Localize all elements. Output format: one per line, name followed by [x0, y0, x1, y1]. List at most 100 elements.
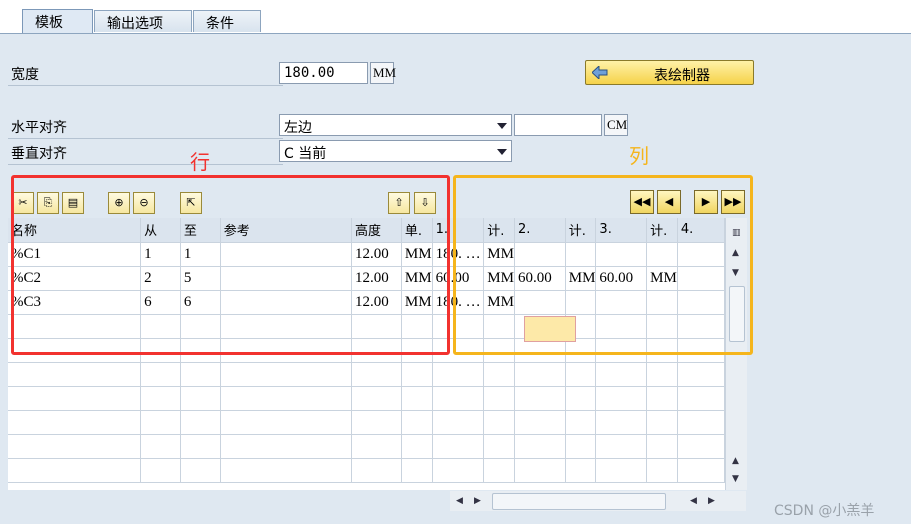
chevron-down-icon[interactable] — [497, 123, 507, 129]
divider — [8, 138, 283, 139]
table-cell[interactable] — [140, 362, 181, 387]
table-cell[interactable] — [432, 434, 485, 459]
table-cell[interactable] — [140, 410, 181, 435]
table-cell[interactable] — [646, 458, 678, 483]
table-cell[interactable] — [401, 410, 433, 435]
tab-output-options[interactable]: 输出选项 — [94, 10, 192, 32]
table-cell[interactable] — [432, 410, 485, 435]
table-cell[interactable] — [565, 410, 597, 435]
table-cell[interactable] — [351, 410, 402, 435]
table-row-empty[interactable] — [8, 410, 725, 435]
table-cell[interactable] — [401, 362, 433, 387]
table-cell[interactable] — [565, 458, 597, 483]
table-cell[interactable] — [483, 410, 515, 435]
scroll-up-icon[interactable]: ▲ — [732, 456, 739, 466]
table-cell[interactable] — [483, 434, 515, 459]
table-cell[interactable] — [565, 434, 597, 459]
table-cell[interactable] — [677, 386, 725, 411]
table-cell[interactable] — [595, 410, 648, 435]
width-unit-field[interactable]: MM — [370, 62, 396, 84]
tab-conditions[interactable]: 条件 — [193, 10, 261, 32]
table-cell[interactable] — [432, 386, 485, 411]
table-row-empty[interactable] — [8, 434, 725, 459]
width-input[interactable]: 180.00 — [279, 62, 368, 84]
table-cell[interactable] — [180, 458, 221, 483]
table-cell[interactable] — [646, 410, 678, 435]
table-cell[interactable] — [677, 434, 725, 459]
table-cell[interactable] — [8, 434, 142, 459]
table-cell[interactable] — [8, 362, 142, 387]
table-cell[interactable] — [483, 362, 515, 387]
table-cell[interactable] — [646, 434, 678, 459]
table-painter-button[interactable]: 表绘制器 — [585, 60, 754, 85]
table-cell[interactable] — [514, 434, 566, 459]
table-cell[interactable] — [514, 362, 566, 387]
valign-label: 垂直对齐 — [11, 146, 67, 162]
scroll-left-icon[interactable]: ◀ — [690, 496, 697, 506]
halign-value: 左边 — [284, 120, 312, 136]
chevron-down-icon[interactable] — [497, 149, 507, 155]
table-cell[interactable] — [180, 434, 221, 459]
halign-label: 水平对齐 — [11, 120, 67, 136]
arrow-left-icon — [592, 66, 608, 79]
halign-select[interactable]: 左边 — [279, 114, 512, 136]
row-annotation-box — [11, 175, 450, 355]
table-cell[interactable] — [351, 386, 402, 411]
table-cell[interactable] — [565, 362, 597, 387]
scroll-thumb[interactable] — [492, 493, 666, 510]
table-cell[interactable] — [8, 386, 142, 411]
scroll-left-icon[interactable]: ◀ — [456, 496, 463, 506]
table-cell[interactable] — [351, 434, 402, 459]
table-cell[interactable] — [8, 458, 142, 483]
table-cell[interactable] — [401, 458, 433, 483]
table-cell[interactable] — [432, 362, 485, 387]
table-cell[interactable] — [514, 410, 566, 435]
table-cell[interactable] — [401, 386, 433, 411]
valign-select[interactable]: C 当前 — [279, 140, 512, 162]
table-cell[interactable] — [595, 386, 648, 411]
table-cell[interactable] — [220, 362, 353, 387]
tab-template[interactable]: 模板 — [22, 9, 93, 34]
table-cell[interactable] — [432, 458, 485, 483]
scroll-right-icon[interactable]: ▶ — [474, 496, 481, 506]
table-row-empty[interactable] — [8, 386, 725, 411]
table-row-empty[interactable] — [8, 362, 725, 387]
table-cell[interactable] — [351, 362, 402, 387]
table-cell[interactable] — [646, 386, 678, 411]
table-cell[interactable] — [140, 458, 181, 483]
table-cell[interactable] — [140, 386, 181, 411]
halign-unit-field[interactable]: CM — [604, 114, 628, 136]
table-cell[interactable] — [514, 386, 566, 411]
table-cell[interactable] — [180, 386, 221, 411]
table-cell[interactable] — [595, 434, 648, 459]
table-cell[interactable] — [677, 362, 725, 387]
table-cell[interactable] — [220, 410, 353, 435]
table-cell[interactable] — [180, 362, 221, 387]
table-cell[interactable] — [140, 434, 181, 459]
tab-strip: 模板 输出选项 条件 — [0, 0, 911, 34]
table-cell[interactable] — [514, 458, 566, 483]
table-row-empty[interactable] — [8, 458, 725, 483]
divider — [8, 164, 283, 165]
table-cell[interactable] — [351, 458, 402, 483]
tab-label: 条件 — [206, 16, 234, 32]
table-cell[interactable] — [595, 458, 648, 483]
scroll-right-icon[interactable]: ▶ — [708, 496, 715, 506]
table-cell[interactable] — [595, 362, 648, 387]
table-cell[interactable] — [565, 386, 597, 411]
table-cell[interactable] — [401, 434, 433, 459]
table-cell[interactable] — [483, 386, 515, 411]
table-cell[interactable] — [483, 458, 515, 483]
halign-offset-input[interactable] — [514, 114, 602, 136]
horizontal-scrollbar[interactable]: ◀ ▶ ◀ ▶ — [450, 491, 746, 511]
table-cell[interactable] — [180, 410, 221, 435]
table-cell[interactable] — [220, 434, 353, 459]
table-cell[interactable] — [646, 362, 678, 387]
table-cell[interactable] — [677, 458, 725, 483]
table-cell[interactable] — [220, 386, 353, 411]
table-cell[interactable] — [8, 410, 142, 435]
table-cell[interactable] — [220, 458, 353, 483]
width-label: 宽度 — [11, 67, 39, 83]
table-cell[interactable] — [677, 410, 725, 435]
scroll-down-icon[interactable]: ▼ — [732, 474, 739, 484]
